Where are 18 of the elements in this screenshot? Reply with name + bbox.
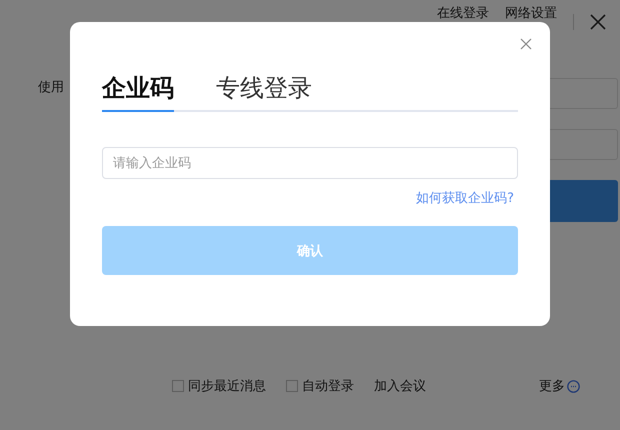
join-meeting-link[interactable]: 加入会议	[374, 377, 426, 395]
more-icon	[567, 380, 580, 392]
option-label: 同步最近消息	[188, 378, 266, 395]
checkbox-option[interactable]: 同步最近消息	[172, 377, 266, 395]
tab[interactable]: 企业码	[102, 72, 174, 112]
help-link[interactable]: 如何获取企业码?	[416, 189, 514, 207]
checkbox[interactable]	[286, 380, 298, 392]
enterprise-code-field[interactable]: 请输入企业码	[102, 147, 518, 179]
top-link[interactable]: 在线登录	[437, 4, 489, 22]
top-link[interactable]: 网络设置	[505, 4, 557, 22]
close-icon[interactable]	[520, 38, 532, 50]
checkbox[interactable]	[172, 380, 184, 392]
close-icon[interactable]	[590, 14, 606, 30]
side-text: 使用	[38, 79, 64, 96]
option-label: 自动登录	[302, 378, 354, 395]
tab[interactable]: 专线登录	[216, 72, 312, 112]
checkbox-option[interactable]: 自动登录	[286, 377, 354, 395]
more-link[interactable]: 更多	[539, 377, 565, 395]
